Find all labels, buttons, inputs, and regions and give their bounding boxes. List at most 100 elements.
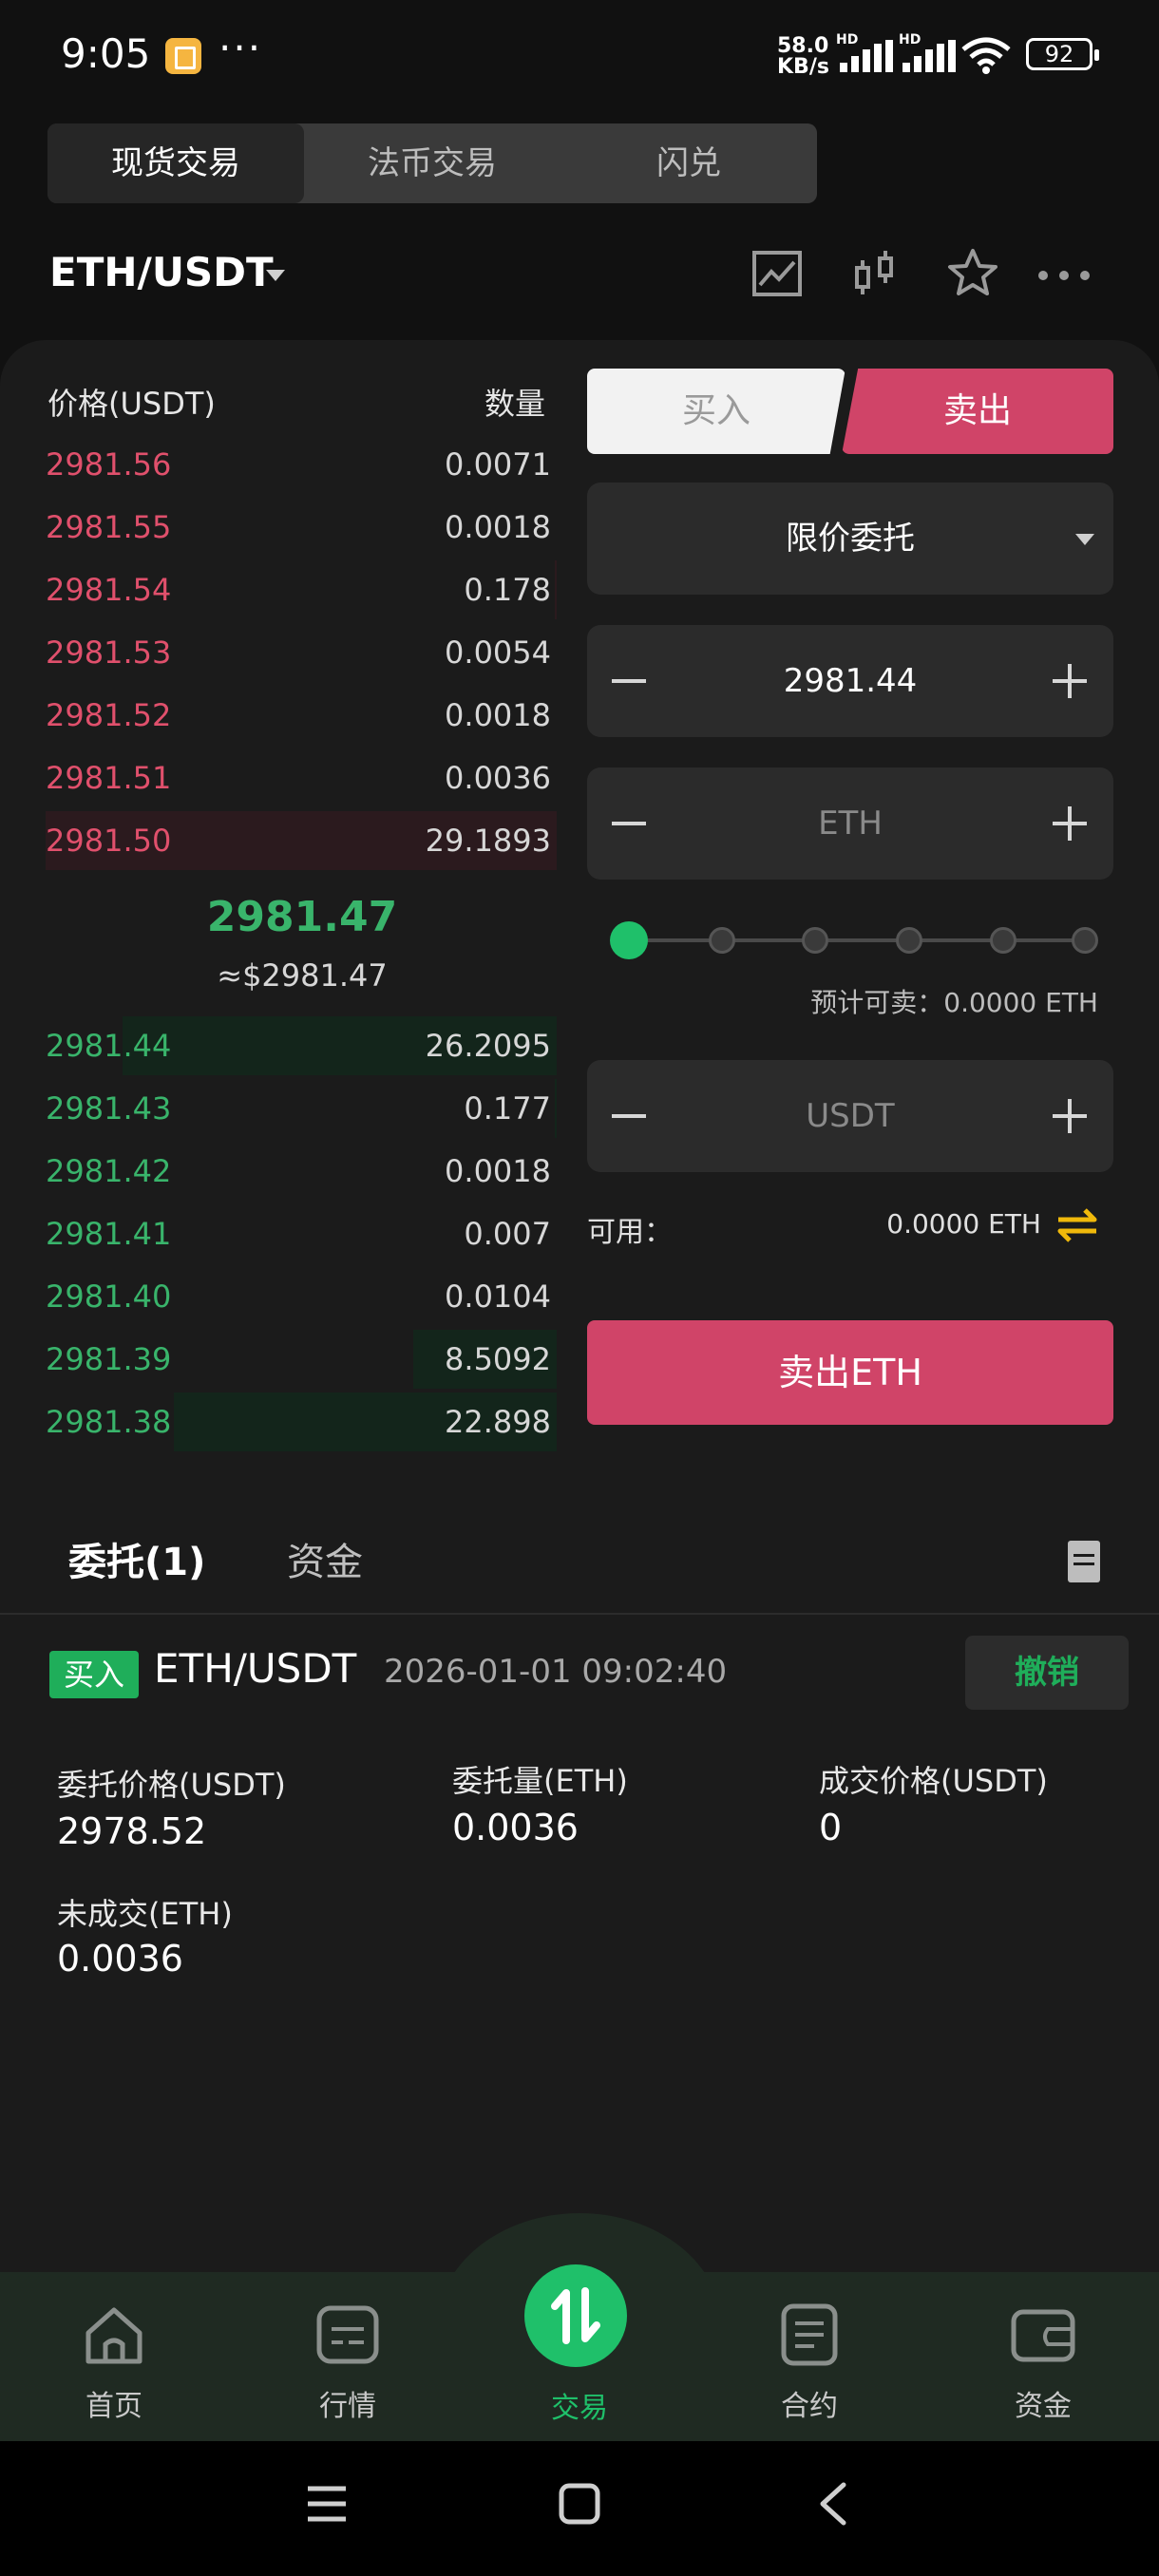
signal-icon <box>840 40 895 72</box>
order-pair: ETH/USDT <box>154 1645 357 1692</box>
buy-tab-button[interactable]: 买入 <box>587 369 846 454</box>
tab-funds[interactable]: 资金 <box>287 1531 363 1586</box>
amount-slider[interactable] <box>610 921 1098 959</box>
slider-step[interactable] <box>990 927 1016 954</box>
ask-row[interactable]: 2981.54 0.178 <box>46 560 557 619</box>
sell-submit-button[interactable]: 卖出ETH <box>587 1320 1113 1425</box>
orderbook-qty: 0.177 <box>464 1090 551 1127</box>
order-type-select[interactable]: 限价委托 <box>587 483 1113 595</box>
divider <box>0 1613 1159 1615</box>
system-nav-bar <box>0 2441 1159 2576</box>
orderbook-price: 2981.51 <box>46 760 172 796</box>
orderbook-price: 2981.41 <box>46 1216 172 1252</box>
tab-spot[interactable]: 现货交易 <box>48 123 304 203</box>
orderbook-qty: 0.0071 <box>445 446 551 483</box>
star-icon[interactable] <box>944 245 1001 302</box>
chart-icon[interactable] <box>749 245 806 302</box>
ask-row[interactable]: 2981.50 29.1893 <box>46 811 557 870</box>
amount-input[interactable]: ETH <box>587 767 1113 880</box>
slider-step[interactable] <box>709 927 735 954</box>
caret-down-icon <box>1075 534 1094 545</box>
nav-trade[interactable] <box>524 2264 627 2367</box>
orderbook-price: 2981.56 <box>46 446 172 483</box>
bid-row[interactable]: 2981.39 8.5092 <box>46 1330 557 1389</box>
orderbook-qty: 29.1893 <box>425 823 551 859</box>
orderbook-price-header: 价格(USDT) <box>48 386 216 422</box>
orderbook-price: 2981.43 <box>46 1090 172 1127</box>
order-price-value: 2978.52 <box>57 1810 207 1852</box>
battery-icon: 92 <box>1026 38 1099 70</box>
ask-row[interactable]: 2981.52 0.0018 <box>46 686 557 745</box>
caret-down-icon[interactable] <box>266 270 285 281</box>
slider-step[interactable] <box>1072 927 1098 954</box>
total-input[interactable]: USDT <box>587 1060 1113 1172</box>
order-deal-price-value: 0 <box>819 1807 843 1848</box>
home-button-icon[interactable] <box>559 2483 600 2525</box>
trade-mode-tabs: 现货交易 法币交易 闪兑 <box>48 123 817 203</box>
nav-home[interactable]: 首页 <box>48 2302 180 2424</box>
trade-icon <box>551 2287 600 2344</box>
orderbook-price: 2981.54 <box>46 572 172 608</box>
nav-assets[interactable]: 资金 <box>977 2302 1110 2424</box>
orderbook-qty-header: 数量 <box>484 386 545 422</box>
price-field[interactable]: 2981.44 <box>587 625 1113 737</box>
orderbook-qty: 0.0036 <box>445 760 551 796</box>
notification-icon <box>165 38 201 74</box>
wifi-icon <box>961 37 1011 74</box>
tab-flash-swap[interactable]: 闪兑 <box>560 123 817 203</box>
ask-row[interactable]: 2981.56 0.0071 <box>46 435 557 494</box>
orderbook-qty: 22.898 <box>445 1404 551 1440</box>
ask-row[interactable]: 2981.53 0.0054 <box>46 623 557 682</box>
bid-row[interactable]: 2981.42 0.0018 <box>46 1142 557 1201</box>
orderbook-qty: 0.0018 <box>445 1153 551 1189</box>
contract-icon <box>781 2303 838 2366</box>
nav-trade-label[interactable]: 交易 <box>513 2384 646 2426</box>
price-input[interactable]: 2981.44 <box>587 625 1113 737</box>
bid-row[interactable]: 2981.44 26.2095 <box>46 1016 557 1075</box>
order-history-icon[interactable] <box>1068 1541 1100 1582</box>
tab-open-orders[interactable]: 委托(1) <box>68 1531 205 1586</box>
available-label: 可用： <box>587 1216 673 1249</box>
tab-fiat[interactable]: 法币交易 <box>304 123 560 203</box>
amount-field[interactable]: ETH <box>587 767 1113 880</box>
more-notifications-icon: ··· <box>218 25 263 71</box>
bid-row[interactable]: 2981.40 0.0104 <box>46 1267 557 1326</box>
bid-row[interactable]: 2981.43 0.177 <box>46 1079 557 1138</box>
nav-market[interactable]: 行情 <box>281 2302 414 2424</box>
orderbook-qty: 26.2095 <box>425 1028 551 1064</box>
depth-bar <box>554 560 557 619</box>
orderbook-price: 2981.42 <box>46 1153 172 1189</box>
order-type-value: 限价委托 <box>786 520 915 558</box>
candlestick-icon[interactable] <box>847 245 904 302</box>
network-speed: 58.0 KB/s <box>777 34 829 79</box>
order-unfilled-label: 未成交(ETH) <box>57 1896 233 1932</box>
slider-handle[interactable] <box>610 921 648 959</box>
home-icon <box>86 2307 142 2364</box>
last-price: 2981.47 <box>206 893 398 941</box>
transfer-icon[interactable] <box>1054 1204 1100 1246</box>
nav-contract[interactable]: 合约 <box>743 2302 876 2424</box>
orderbook-qty: 0.0054 <box>445 635 551 671</box>
slider-step[interactable] <box>802 927 828 954</box>
orderbook-price: 2981.40 <box>46 1279 172 1315</box>
order-time: 2026-01-01 09:02:40 <box>384 1653 728 1691</box>
bid-row[interactable]: 2981.38 22.898 <box>46 1392 557 1451</box>
menu-icon[interactable] <box>306 2483 348 2525</box>
pair-selector[interactable]: ETH/USDT <box>49 249 274 295</box>
back-icon[interactable] <box>815 2481 849 2527</box>
order-amount-label: 委托量(ETH) <box>452 1763 628 1799</box>
orderbook-price: 2981.39 <box>46 1341 172 1377</box>
total-field[interactable]: USDT <box>587 1060 1113 1172</box>
cancel-order-button[interactable]: 撤销 <box>965 1636 1129 1710</box>
depth-bar <box>554 1079 557 1138</box>
estimated-sellable: 预计可卖：0.0000 ETH <box>810 987 1098 1018</box>
sell-tab-button[interactable]: 卖出 <box>842 369 1113 454</box>
slider-step[interactable] <box>896 927 922 954</box>
orderbook-qty: 0.007 <box>464 1216 551 1252</box>
more-icon[interactable] <box>1036 245 1092 302</box>
bid-row[interactable]: 2981.41 0.007 <box>46 1204 557 1263</box>
order-unfilled-value: 0.0036 <box>57 1938 183 1979</box>
order-amount-value: 0.0036 <box>452 1807 579 1848</box>
ask-row[interactable]: 2981.55 0.0018 <box>46 498 557 557</box>
ask-row[interactable]: 2981.51 0.0036 <box>46 748 557 807</box>
